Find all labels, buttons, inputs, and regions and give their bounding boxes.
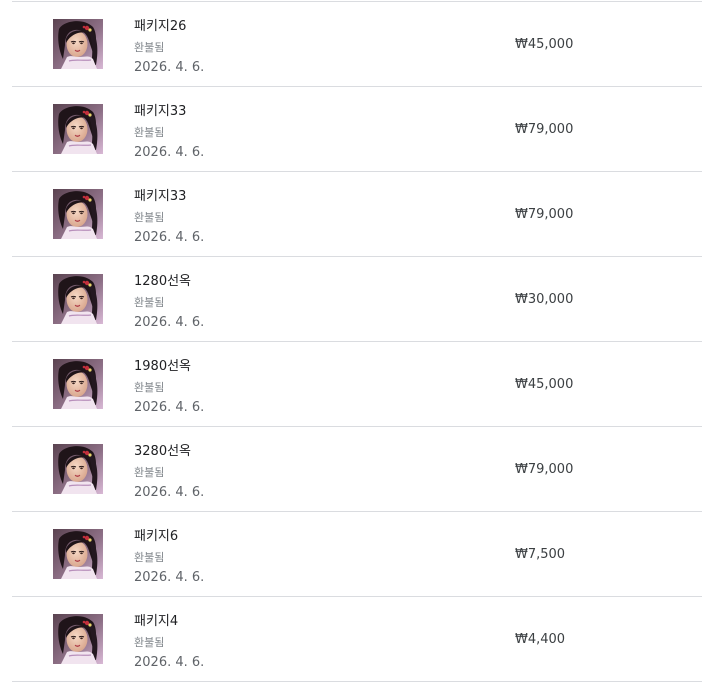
game-app-icon bbox=[53, 529, 103, 579]
purchase-row[interactable]: 1980선옥 환불됨 2026. 4. 6. ₩45,000 bbox=[12, 342, 702, 427]
purchase-row[interactable]: 패키지26 환불됨 2026. 4. 6. ₩45,000 bbox=[12, 1, 702, 87]
purchase-row[interactable]: 패키지33 환불됨 2026. 4. 6. ₩79,000 bbox=[12, 87, 702, 172]
purchase-price: ₩30,000 bbox=[515, 292, 574, 307]
game-app-icon bbox=[53, 274, 103, 324]
game-app-icon bbox=[53, 104, 103, 154]
purchase-price: ₩79,000 bbox=[515, 122, 574, 137]
game-app-icon bbox=[53, 359, 103, 409]
purchase-history-list: 패키지26 환불됨 2026. 4. 6. ₩45,000 패키지33 환불됨 … bbox=[12, 1, 702, 682]
refund-status: 환불됨 bbox=[134, 466, 165, 479]
purchase-date: 2026. 4. 6. bbox=[134, 400, 205, 415]
purchase-row[interactable]: 패키지6 환불됨 2026. 4. 6. ₩7,500 bbox=[12, 512, 702, 597]
game-app-icon bbox=[53, 189, 103, 239]
purchase-date: 2026. 4. 6. bbox=[134, 145, 205, 160]
purchase-item-title: 3280선옥 bbox=[134, 444, 192, 459]
purchase-price: ₩45,000 bbox=[515, 37, 574, 52]
refund-status: 환불됨 bbox=[134, 211, 165, 224]
purchase-price: ₩79,000 bbox=[515, 207, 574, 222]
purchase-date: 2026. 4. 6. bbox=[134, 485, 205, 500]
game-app-icon bbox=[53, 19, 103, 69]
purchase-row[interactable]: 1280선옥 환불됨 2026. 4. 6. ₩30,000 bbox=[12, 257, 702, 342]
purchase-item-title: 1980선옥 bbox=[134, 359, 192, 374]
purchase-price: ₩45,000 bbox=[515, 377, 574, 392]
purchase-item-title: 패키지33 bbox=[134, 104, 187, 119]
purchase-item-title: 패키지4 bbox=[134, 614, 179, 629]
purchase-price: ₩7,500 bbox=[515, 547, 566, 562]
refund-status: 환불됨 bbox=[134, 126, 165, 139]
purchase-item-title: 패키지6 bbox=[134, 529, 179, 544]
purchase-date: 2026. 4. 6. bbox=[134, 315, 205, 330]
refund-status: 환불됨 bbox=[134, 636, 165, 649]
game-app-icon bbox=[53, 444, 103, 494]
purchase-date: 2026. 4. 6. bbox=[134, 570, 205, 585]
purchase-item-title: 1280선옥 bbox=[134, 274, 192, 289]
refund-status: 환불됨 bbox=[134, 381, 165, 394]
purchase-price: ₩79,000 bbox=[515, 462, 574, 477]
purchase-row[interactable]: 패키지33 환불됨 2026. 4. 6. ₩79,000 bbox=[12, 172, 702, 257]
refund-status: 환불됨 bbox=[134, 41, 165, 54]
purchase-row[interactable]: 패키지4 환불됨 2026. 4. 6. ₩4,400 bbox=[12, 597, 702, 682]
purchase-price: ₩4,400 bbox=[515, 632, 566, 647]
refund-status: 환불됨 bbox=[134, 296, 165, 309]
purchase-date: 2026. 4. 6. bbox=[134, 230, 205, 245]
purchase-date: 2026. 4. 6. bbox=[134, 60, 205, 75]
game-app-icon bbox=[53, 614, 103, 664]
purchase-item-title: 패키지26 bbox=[134, 19, 187, 34]
refund-status: 환불됨 bbox=[134, 551, 165, 564]
purchase-date: 2026. 4. 6. bbox=[134, 655, 205, 670]
purchase-row[interactable]: 3280선옥 환불됨 2026. 4. 6. ₩79,000 bbox=[12, 427, 702, 512]
purchase-item-title: 패키지33 bbox=[134, 189, 187, 204]
